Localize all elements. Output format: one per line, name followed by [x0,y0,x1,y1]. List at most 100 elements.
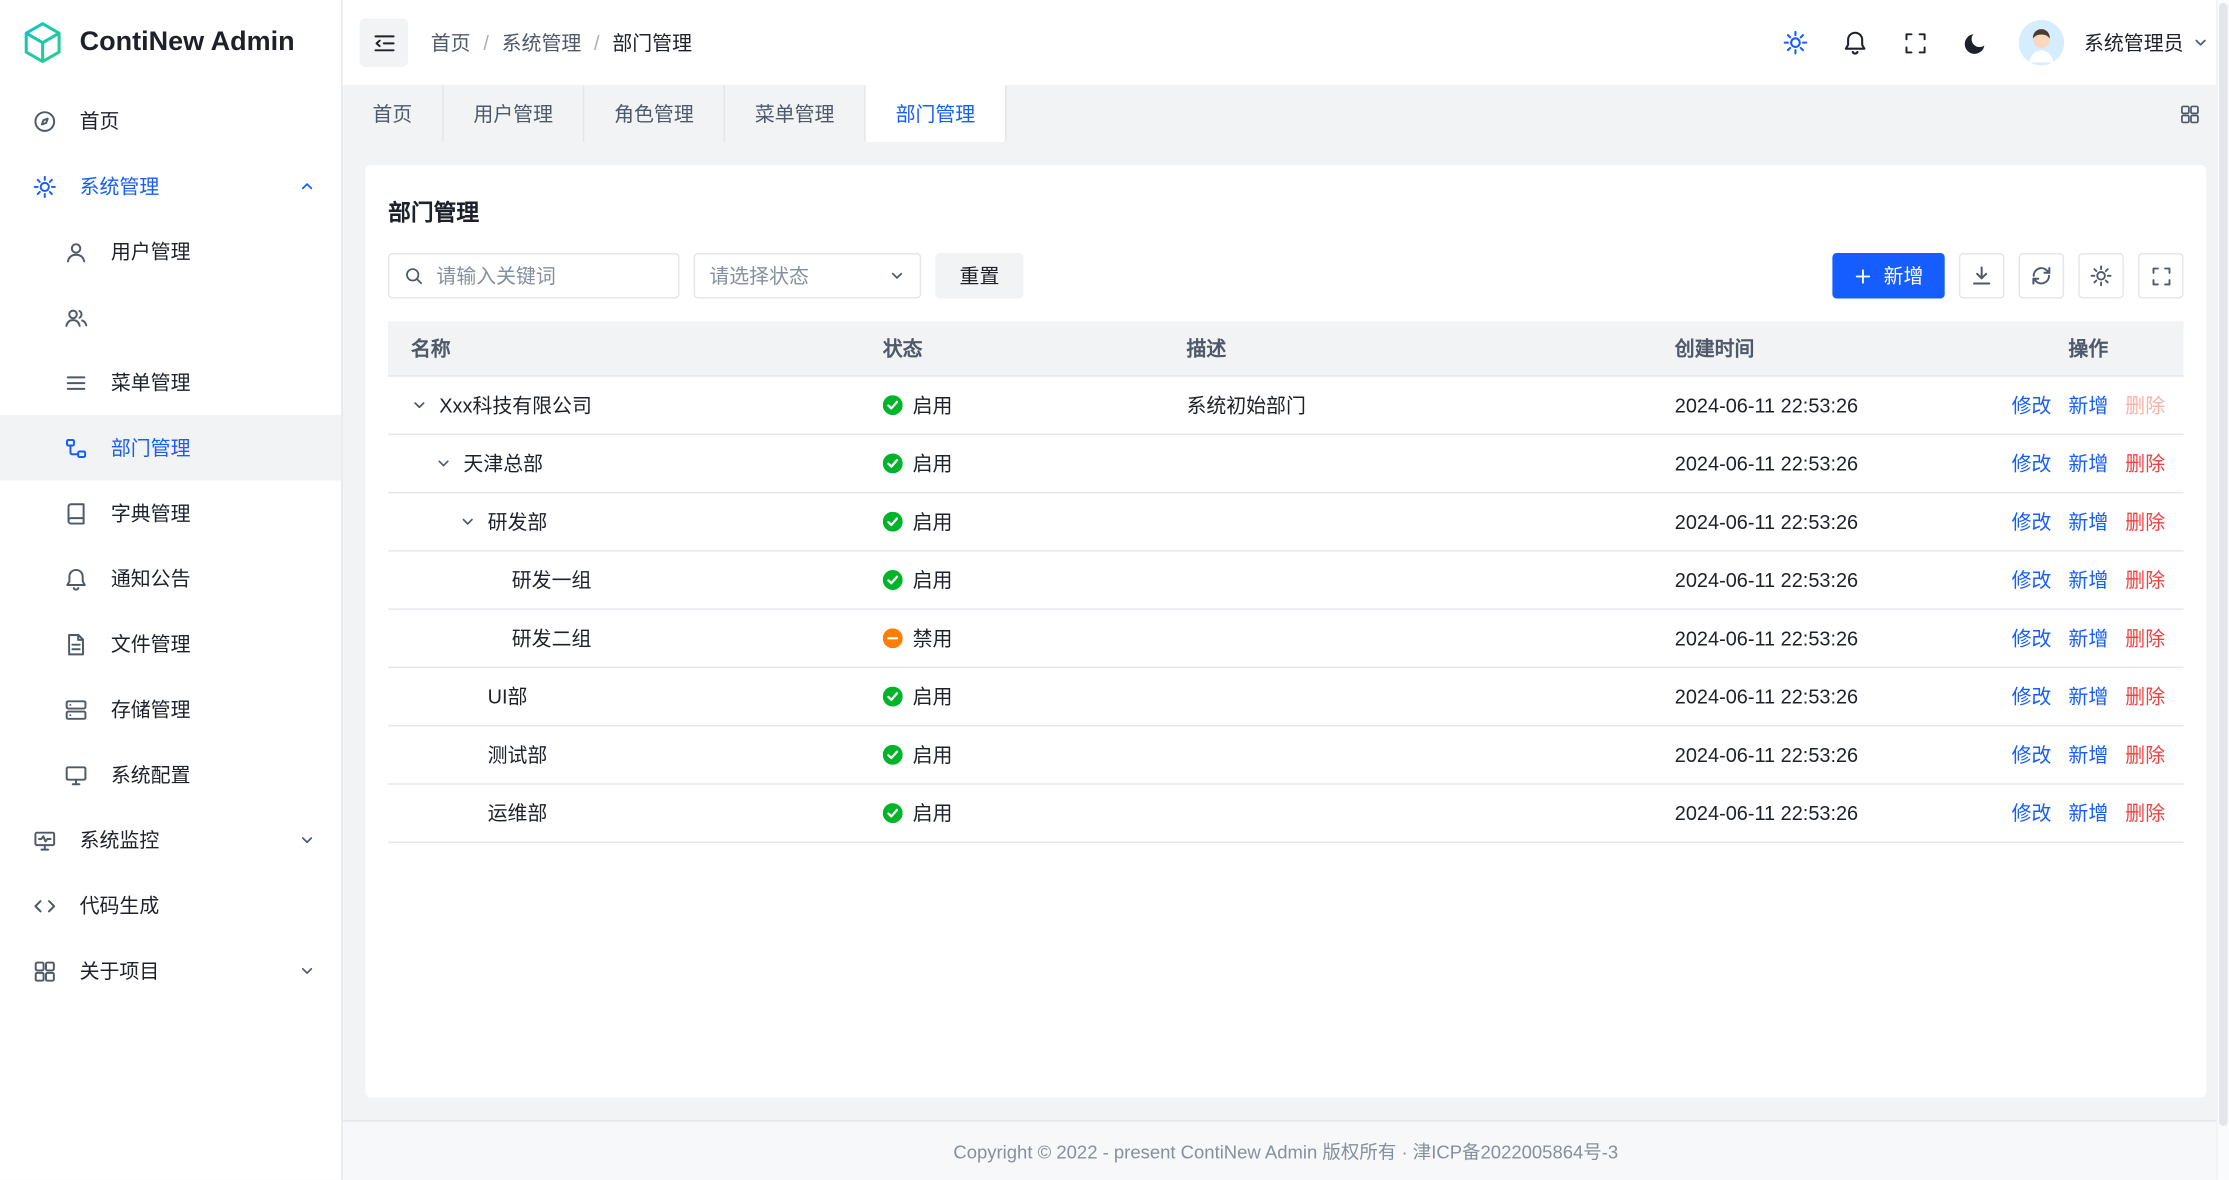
add-link[interactable]: 新增 [2068,449,2108,477]
scrollbar-thumb[interactable] [2219,3,2228,1126]
search-input[interactable] [434,263,664,289]
search-icon [404,266,424,286]
add-link[interactable]: 新增 [2068,682,2108,710]
table-row: UI部 启用 2024-06-11 22:53:26 修改 新增 删除 [388,668,2183,726]
dashboard-icon [31,108,57,134]
status-label: 启用 [913,566,953,594]
header-created-time: 创建时间 [1652,334,1993,362]
sidebar-item-label: 系统管理 [80,172,160,200]
delete-link[interactable]: 删除 [2125,391,2165,419]
cell-name: Xxx科技有限公司 [388,391,866,419]
edit-link[interactable]: 修改 [2012,741,2052,769]
breadcrumb-system[interactable]: 系统管理 [502,28,582,56]
sidebar-item-notice[interactable]: 通知公告 [0,546,341,611]
breadcrumb-separator: / [594,31,600,54]
sidebar-item-codegen[interactable]: 代码生成 [0,873,341,938]
sidebar-item-home[interactable]: 首页 [0,88,341,153]
delete-link[interactable]: 删除 [2125,566,2165,594]
tree-collapse-icon[interactable] [435,455,452,472]
sidebar-item-menu-mgmt[interactable]: 菜单管理 [0,350,341,415]
delete-link[interactable]: 删除 [2125,799,2165,827]
tree-collapse-icon[interactable] [459,513,476,530]
export-button[interactable] [1959,253,2004,298]
delete-link[interactable]: 删除 [2125,741,2165,769]
edit-link[interactable]: 修改 [2012,799,2052,827]
sidebar-item-monitor[interactable]: 系统监控 [0,807,341,872]
sidebar-item-system-config[interactable]: 系统配置 [0,742,341,807]
notifications-button[interactable] [1831,18,1879,66]
chevron-down-icon [888,267,905,284]
dark-mode-button[interactable] [1950,18,1998,66]
topbar: 首页 / 系统管理 / 部门管理 [343,0,2229,85]
edit-link[interactable]: 修改 [2012,624,2052,652]
edit-link[interactable]: 修改 [2012,391,2052,419]
sidebar-item-system[interactable]: 系统管理 [0,154,341,219]
user-avatar[interactable] [2019,20,2064,65]
sidebar-item-role-mgmt[interactable]: 角色管理 [0,284,341,349]
sidebar-item-storage-mgmt[interactable]: 存储管理 [0,677,341,742]
add-link[interactable]: 新增 [2068,507,2108,535]
tab-list-icon[interactable] [2169,94,2209,134]
cell-name: 天津总部 [388,449,866,477]
add-link[interactable]: 新增 [2068,391,2108,419]
tab-dept-mgmt[interactable]: 部门管理 [866,85,1007,142]
add-link[interactable]: 新增 [2068,624,2108,652]
tab-menu-mgmt[interactable]: 菜单管理 [725,85,866,142]
sidebar-item-label: 系统监控 [80,826,160,854]
table-header-row: 名称 状态 描述 创建时间 操作 [388,321,2183,376]
sidebar-item-label: 部门管理 [111,434,191,462]
sidebar-item-dict-mgmt[interactable]: 字典管理 [0,480,341,545]
edit-link[interactable]: 修改 [2012,566,2052,594]
tab-role-mgmt[interactable]: 角色管理 [584,85,725,142]
user-menu[interactable]: 系统管理员 [2084,28,2209,56]
main-area: 首页 / 系统管理 / 部门管理 [343,0,2229,1180]
file-icon [63,631,89,657]
settings-button[interactable] [1771,18,1819,66]
breadcrumb-home[interactable]: 首页 [431,28,471,56]
menu-fold-button[interactable] [360,18,408,66]
table-fullscreen-button[interactable] [2138,253,2183,298]
column-settings-button[interactable] [2078,253,2123,298]
cell-actions: 修改 新增 删除 [1993,799,2183,827]
cell-created-time: 2024-06-11 22:53:26 [1652,685,1993,708]
tab-user-mgmt[interactable]: 用户管理 [444,85,585,142]
edit-link[interactable]: 修改 [2012,682,2052,710]
book-icon [63,500,89,526]
table-row: Xxx科技有限公司 启用 系统初始部门 2024-06-11 22:53:26 … [388,377,2183,435]
dept-name: 天津总部 [463,449,543,477]
tab-label: 部门管理 [896,100,976,128]
edit-link[interactable]: 修改 [2012,449,2052,477]
tree-collapse-icon[interactable] [411,397,428,414]
add-link[interactable]: 新增 [2068,799,2108,827]
breadcrumb-dept[interactable]: 部门管理 [612,28,692,56]
sidebar-item-label: 文件管理 [111,630,191,658]
tab-home[interactable]: 首页 [343,85,444,142]
edit-link[interactable]: 修改 [2012,507,2052,535]
add-button[interactable]: 新增 [1832,253,1944,298]
delete-link[interactable]: 删除 [2125,507,2165,535]
delete-link[interactable]: 删除 [2125,624,2165,652]
add-link[interactable]: 新增 [2068,741,2108,769]
sidebar-item-file-mgmt[interactable]: 文件管理 [0,611,341,676]
status-select[interactable]: 请选择状态 [694,253,921,298]
page-scrollbar[interactable] [2216,0,2229,1180]
sidebar-item-user-mgmt[interactable]: 用户管理 [0,219,341,284]
tab-label: 菜单管理 [755,100,835,128]
app-root: ContiNew Admin 首页 系统管理 [0,0,2229,1180]
users-icon [63,304,89,330]
sidebar-item-dept-mgmt[interactable]: 部门管理 [0,415,341,480]
refresh-button[interactable] [2019,253,2064,298]
tab-label: 用户管理 [473,100,553,128]
fullscreen-button[interactable] [1891,18,1939,66]
cell-created-time: 2024-06-11 22:53:26 [1652,802,1993,825]
sidebar: ContiNew Admin 首页 系统管理 [0,0,343,1180]
delete-link[interactable]: 删除 [2125,449,2165,477]
delete-link[interactable]: 删除 [2125,682,2165,710]
cell-actions: 修改 新增 删除 [1993,682,2183,710]
sidebar-item-about[interactable]: 关于项目 [0,938,341,1003]
search-box [388,253,679,298]
add-link[interactable]: 新增 [2068,566,2108,594]
reset-button[interactable]: 重置 [935,253,1023,298]
sidebar-item-label: 代码生成 [80,891,160,919]
dept-name: UI部 [488,682,528,710]
